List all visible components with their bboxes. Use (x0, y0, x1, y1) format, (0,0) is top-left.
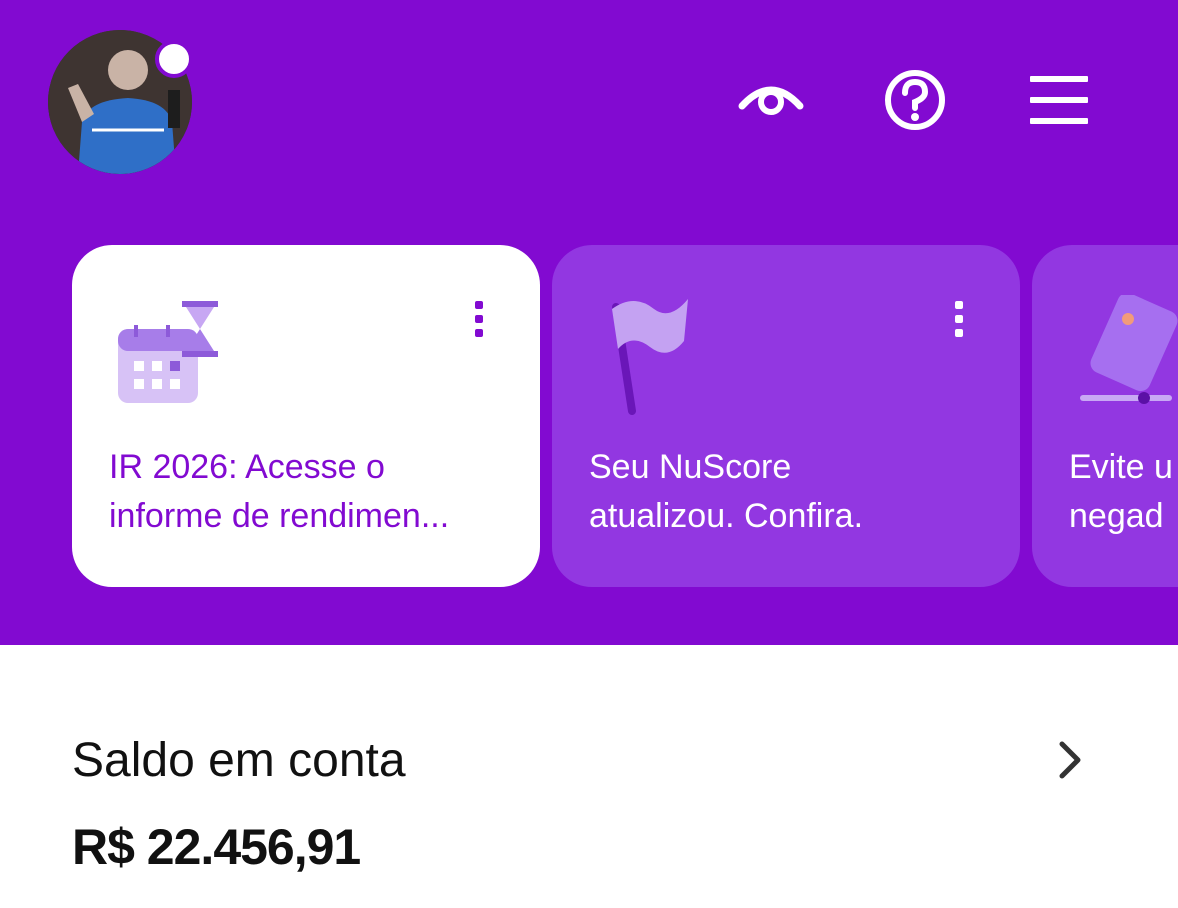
card-icon (1080, 295, 1178, 404)
eye-icon[interactable] (726, 60, 816, 140)
menu-icon[interactable] (1014, 60, 1104, 140)
flag-icon (612, 299, 688, 415)
card-text: IR 2026: Acesse o informe de rendimen... (109, 448, 450, 535)
shortcut-cards: IR 2026: Acesse o informe de rendimen...… (0, 245, 1178, 587)
card-options-icon[interactable] (468, 297, 492, 341)
notification-dot (155, 40, 193, 78)
balance-value: R$ 22.456,91 (72, 819, 361, 875)
card-options-icon[interactable] (948, 297, 972, 341)
card-ir-2026[interactable]: IR 2026: Acesse o informe de rendimen... (72, 245, 540, 587)
card-text: Seu NuScore atualizou. Confira. (589, 448, 864, 535)
calendar-hourglass-icon (118, 301, 218, 403)
card-text: Evite u negad (1069, 448, 1173, 535)
balance-title[interactable]: Saldo em conta (72, 733, 406, 788)
card-nuscore[interactable]: Seu NuScore atualizou. Confira. (552, 245, 1020, 587)
help-icon[interactable] (870, 60, 960, 140)
card-avoid-denied[interactable]: Evite u negad (1032, 245, 1178, 587)
chevron-right-icon[interactable] (1050, 738, 1090, 782)
header-area: IR 2026: Acesse o informe de rendimen...… (0, 0, 1178, 645)
